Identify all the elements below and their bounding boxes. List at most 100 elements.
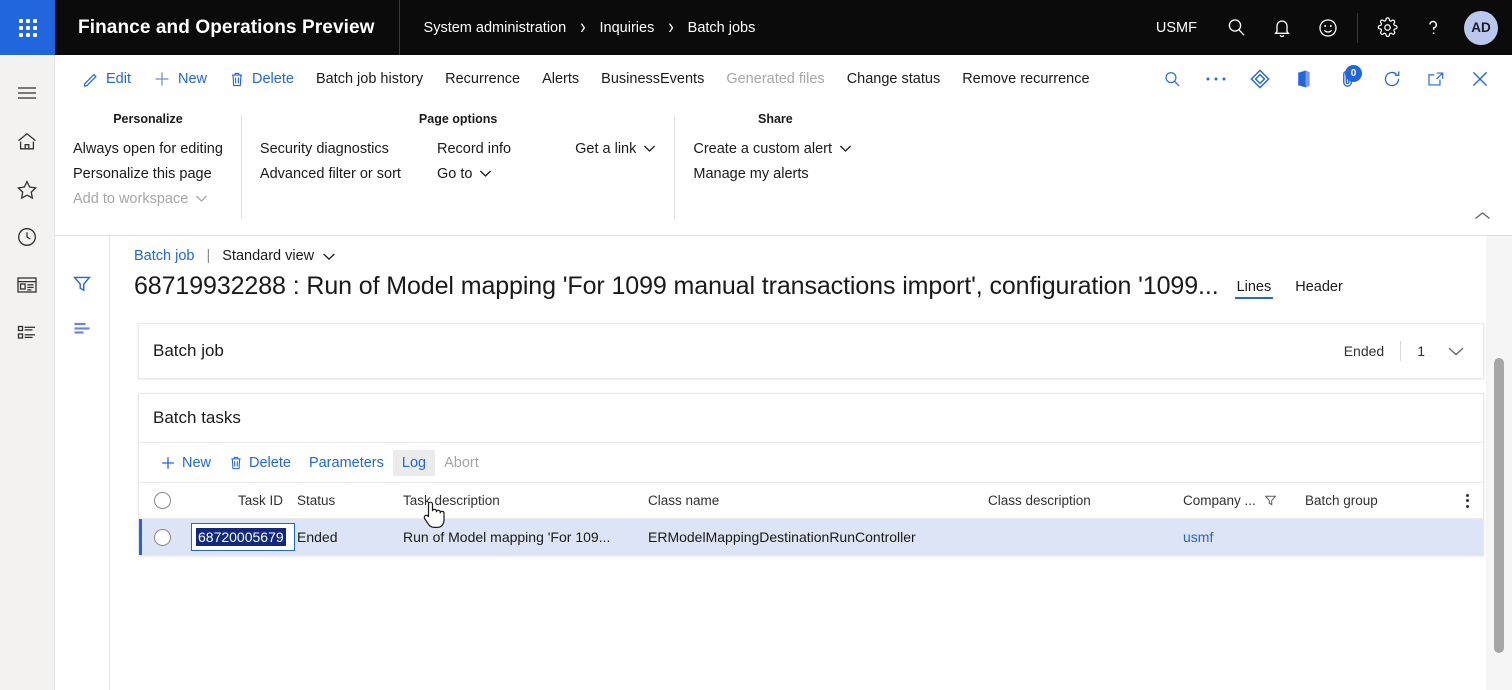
home-icon[interactable] [0, 117, 55, 165]
new-task-button[interactable]: New [151, 450, 220, 476]
hamburger-menu-icon[interactable] [0, 69, 55, 117]
column-header-class-name[interactable]: Class name [648, 493, 988, 508]
settings-gear-icon[interactable] [1364, 0, 1410, 55]
create-a-custom-alert-item[interactable]: Create a custom alert [675, 136, 870, 161]
cell-task-id[interactable]: 68720005679 [185, 523, 285, 551]
row-select-radio[interactable] [154, 529, 171, 546]
close-icon[interactable] [1458, 55, 1502, 103]
column-header-task-id[interactable]: Task ID [185, 493, 285, 508]
company-selector[interactable]: USMF [1140, 20, 1213, 36]
delete-task-button[interactable]: Delete [220, 450, 300, 476]
search-icon[interactable] [1213, 0, 1259, 55]
chevron-down-icon [839, 141, 852, 157]
cell-company[interactable]: usmf [1183, 529, 1305, 545]
business-events-button[interactable]: BusinessEvents [590, 55, 715, 103]
filter-funnel-icon [1264, 494, 1277, 507]
task-id-edit-field[interactable]: 68720005679 [191, 523, 295, 551]
help-question-icon[interactable] [1410, 0, 1456, 55]
kebab-menu-icon[interactable] [1466, 494, 1469, 508]
batch-job-link[interactable]: Batch job [134, 248, 194, 264]
manage-my-alerts-item[interactable]: Manage my alerts [675, 161, 870, 186]
action-pane-columns: Always open for editing Personalize this… [55, 136, 241, 211]
open-in-new-window-icon[interactable] [1414, 55, 1458, 103]
change-status-button[interactable]: Change status [836, 55, 952, 103]
plus-icon [160, 455, 176, 471]
feedback-smiley-icon[interactable] [1305, 0, 1351, 55]
open-in-office-icon[interactable] [1282, 55, 1326, 103]
select-all-cell[interactable] [139, 492, 185, 509]
app-title: Finance and Operations Preview [55, 17, 375, 39]
table-row[interactable]: 68720005679 Ended Run of Model mapping '… [139, 519, 1483, 555]
action-pane-group-page-options: Page options Security diagnostics Advanc… [242, 103, 674, 235]
avatar[interactable]: AD [1464, 11, 1498, 45]
security-diagnostics-item[interactable]: Security diagnostics [242, 136, 419, 161]
action-pane-expanded: Personalize Always open for editing Pers… [55, 103, 1512, 236]
personalize-this-page-item[interactable]: Personalize this page [55, 161, 241, 186]
breadcrumb: System administration › Inquiries › Batc… [400, 19, 756, 37]
edit-button[interactable]: Edit [71, 55, 142, 103]
tab-lines[interactable]: Lines [1231, 279, 1278, 299]
chevron-down-icon [322, 252, 336, 261]
recurrence-button[interactable]: Recurrence [434, 55, 531, 103]
action-pane-group-share: Share Create a custom alert Manage my al… [675, 103, 875, 235]
favorites-star-icon[interactable] [0, 165, 55, 213]
alerts-button[interactable]: Alerts [531, 55, 590, 103]
page-title: 68719932288 : Run of Model mapping 'For … [134, 272, 1219, 301]
get-a-link-item[interactable]: Get a link [557, 136, 674, 161]
attachments-icon[interactable]: 0 [1326, 55, 1370, 103]
recent-clock-icon[interactable] [0, 213, 55, 261]
cell-status: Ended [285, 529, 403, 545]
select-all-radio[interactable] [154, 492, 171, 509]
go-to-item[interactable]: Go to [419, 161, 529, 186]
search-icon[interactable] [1150, 55, 1194, 103]
vertical-scrollbar[interactable] [1494, 358, 1504, 663]
collapse-action-pane-button[interactable] [1462, 201, 1502, 231]
notifications-bell-icon[interactable] [1259, 0, 1305, 55]
abort-button: Abort [435, 450, 488, 476]
summary-separator [1400, 341, 1401, 361]
view-selector-label: Standard view [222, 248, 314, 264]
action-pane-group-personalize: Personalize Always open for editing Pers… [55, 103, 241, 235]
delete-button[interactable]: Delete [218, 55, 305, 103]
column-header-batch-group[interactable]: Batch group [1305, 493, 1415, 508]
remove-recurrence-button[interactable]: Remove recurrence [951, 55, 1100, 103]
column-header-status[interactable]: Status [285, 493, 403, 508]
grid-options-cell[interactable] [1415, 494, 1483, 508]
app-launcher-icon[interactable] [0, 0, 55, 55]
action-pane-column: Create a custom alert Manage my alerts [675, 136, 870, 186]
filter-pane [55, 236, 110, 690]
workspaces-icon[interactable] [0, 261, 55, 309]
refresh-icon[interactable] [1370, 55, 1414, 103]
row-select-cell[interactable] [139, 529, 185, 546]
parameters-button[interactable]: Parameters [300, 450, 393, 476]
record-info-item[interactable]: Record info [419, 136, 529, 161]
column-header-company[interactable]: Company ... [1183, 493, 1305, 508]
chevron-down-icon[interactable] [1447, 346, 1465, 357]
breadcrumb-item-system-administration[interactable]: System administration [424, 20, 567, 36]
scrollbar-thumb[interactable] [1494, 358, 1504, 653]
delete-task-label: Delete [249, 455, 291, 471]
tab-header[interactable]: Header [1289, 279, 1349, 299]
new-button[interactable]: New [142, 55, 218, 103]
topbar-actions: USMF [1140, 0, 1512, 55]
column-header-task-description[interactable]: Task description [403, 493, 648, 508]
breadcrumb-item-inquiries[interactable]: Inquiries [600, 20, 655, 36]
view-selector[interactable]: Standard view [222, 248, 336, 264]
app-launcher-grid [19, 19, 37, 37]
batch-tasks-section-header: Batch tasks [139, 394, 1483, 442]
filter-funnel-icon[interactable] [55, 262, 110, 306]
manage-my-alerts-label: Manage my alerts [693, 166, 808, 182]
batch-job-history-button[interactable]: Batch job history [305, 55, 434, 103]
modules-list-icon[interactable] [0, 309, 55, 357]
advanced-filter-or-sort-item[interactable]: Advanced filter or sort [242, 161, 419, 186]
batch-job-section-header[interactable]: Batch job Ended 1 [139, 324, 1483, 378]
column-header-class-description[interactable]: Class description [988, 493, 1183, 508]
filter-list-icon[interactable] [55, 306, 110, 350]
batch-tasks-toolbar: New Delete Parameters Log A [139, 442, 1483, 482]
log-button[interactable]: Log [393, 450, 435, 476]
delete-button-label: Delete [252, 71, 294, 87]
breadcrumb-item-batch-jobs[interactable]: Batch jobs [688, 20, 756, 36]
overflow-ellipsis-icon[interactable] [1194, 55, 1238, 103]
always-open-for-editing-item[interactable]: Always open for editing [55, 136, 241, 161]
power-automate-icon[interactable] [1238, 55, 1282, 103]
